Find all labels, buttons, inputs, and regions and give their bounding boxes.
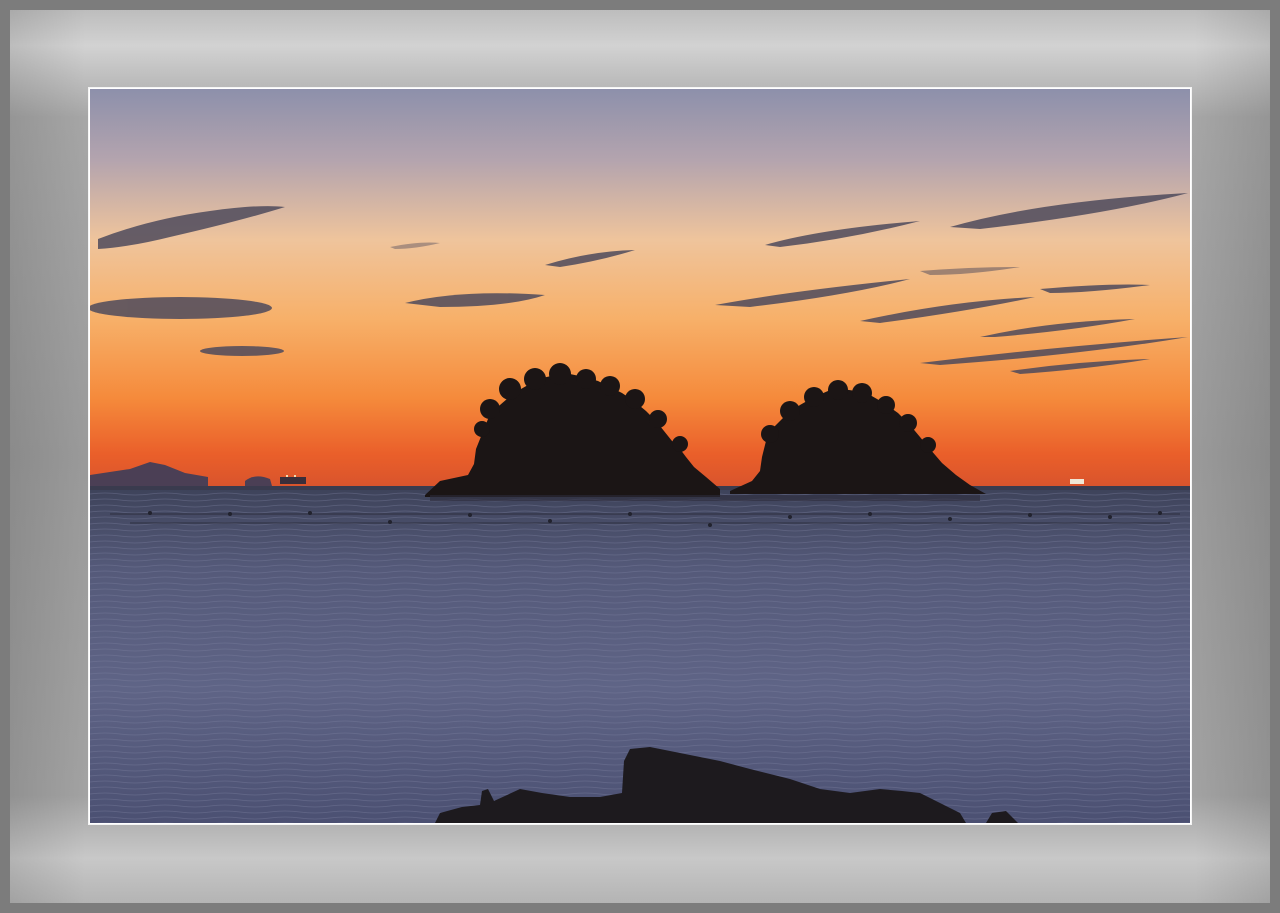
- island-reflection: [430, 495, 980, 501]
- ship: [280, 477, 306, 484]
- cloud: [90, 297, 272, 319]
- ship-light: [294, 475, 296, 477]
- cloud: [200, 346, 284, 356]
- ship-light: [286, 475, 288, 477]
- sunset-photo: [90, 89, 1190, 823]
- ship: [1070, 479, 1084, 484]
